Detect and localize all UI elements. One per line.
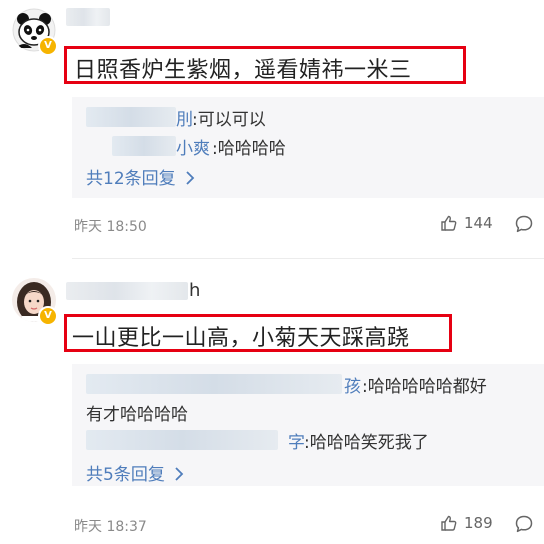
highlight-box: [64, 46, 466, 84]
reply-item[interactable]: 小爽 :哈哈哈哈: [72, 134, 544, 159]
reply-username-blurred: [86, 107, 176, 127]
reply-button[interactable]: [514, 514, 534, 538]
reply-panel: 刖 :可以可以 小爽 :哈哈哈哈 共12条回复: [72, 97, 544, 198]
like-button[interactable]: 144: [440, 214, 493, 232]
thumbs-up-icon: [441, 515, 457, 531]
verified-badge: V: [38, 306, 58, 326]
reply-text-continued: 有才哈哈哈哈: [86, 405, 188, 425]
reply-username[interactable]: 小爽: [176, 134, 210, 159]
timestamp: 昨天 18:37: [74, 519, 147, 535]
comment-bubble-icon: [515, 215, 533, 233]
comment-card-2: V h 一山更比一山高，小菊天天踩高跷 孩 :哈哈哈哈哈都好 有才哈哈哈哈 字 …: [0, 262, 544, 544]
like-button[interactable]: 189: [440, 514, 493, 532]
like-count: 144: [464, 214, 493, 232]
thumbs-up-icon: [441, 215, 457, 231]
more-replies-link[interactable]: 共5条回复: [86, 460, 184, 485]
comment-bubble-icon: [515, 515, 533, 533]
highlight-box: [64, 314, 452, 352]
more-replies-label: 共12条回复: [86, 169, 176, 189]
reply-username[interactable]: 刖: [176, 105, 193, 130]
reply-item[interactable]: 字 :哈哈哈笑死我了: [72, 428, 544, 453]
chevron-right-icon: [175, 467, 184, 481]
reply-text: :哈哈哈哈: [212, 139, 286, 159]
more-replies-link[interactable]: 共12条回复: [86, 164, 195, 189]
reply-item[interactable]: 孩 :哈哈哈哈哈都好 有才哈哈哈哈: [72, 372, 544, 425]
verified-badge: V: [38, 36, 58, 56]
reply-username[interactable]: 字: [288, 428, 305, 453]
reply-username-blurred: [86, 430, 278, 450]
username-blurred[interactable]: [66, 8, 110, 26]
reply-item[interactable]: 刖 :可以可以: [72, 105, 544, 130]
reply-button[interactable]: [514, 214, 534, 238]
chevron-right-icon: [186, 171, 195, 185]
timestamp: 昨天 18:50: [74, 219, 147, 235]
reply-text: :哈哈哈笑死我了: [304, 433, 429, 453]
reply-username-blurred: [86, 374, 342, 394]
comment-card-1: V 日照香炉生紫烟，遥看婧祎一米三 刖 :可以可以 小爽 :哈哈哈哈 共12条回…: [0, 0, 544, 262]
username-tail: h: [189, 280, 201, 301]
like-count: 189: [464, 514, 493, 532]
divider: [72, 258, 544, 259]
reply-text: :可以可以: [192, 110, 266, 130]
more-replies-label: 共5条回复: [86, 465, 165, 485]
reply-text: :哈哈哈哈哈都好: [362, 377, 487, 397]
reply-panel: 孩 :哈哈哈哈哈都好 有才哈哈哈哈 字 :哈哈哈笑死我了 共5条回复: [72, 364, 544, 486]
reply-username-blurred: [112, 136, 176, 156]
reply-username[interactable]: 孩: [344, 372, 361, 397]
username-blurred[interactable]: [66, 282, 188, 300]
